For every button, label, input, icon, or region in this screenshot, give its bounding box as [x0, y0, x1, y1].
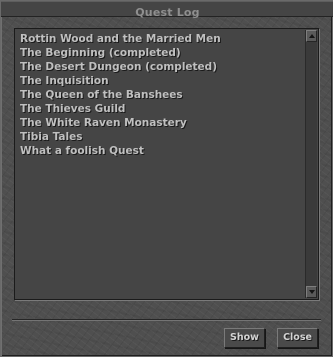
close-button[interactable]: Close	[277, 328, 318, 348]
separator-line	[12, 319, 321, 321]
window-title: Quest Log	[135, 6, 200, 19]
quest-list-item[interactable]: The Thieves Guild	[16, 102, 304, 116]
title-bar[interactable]: Quest Log	[1, 1, 333, 19]
scroll-up-button[interactable]	[306, 30, 317, 42]
quest-list-item[interactable]: What a foolish Quest	[16, 144, 304, 158]
show-button[interactable]: Show	[224, 328, 265, 348]
arrow-down-icon	[308, 290, 315, 294]
quest-log-window: Quest Log Rottin Wood and the Married Me…	[0, 0, 333, 357]
scroll-down-button[interactable]	[306, 286, 317, 298]
quest-list-item[interactable]: The Queen of the Banshees	[16, 88, 304, 102]
arrow-up-icon	[308, 34, 315, 38]
vertical-scrollbar[interactable]	[305, 30, 317, 298]
quest-list-item[interactable]: The Desert Dungeon (completed)	[16, 60, 304, 74]
quest-list-item[interactable]: Rottin Wood and the Married Men	[16, 32, 304, 46]
quest-list: Rottin Wood and the Married Men The Begi…	[16, 30, 304, 298]
quest-list-frame: Rottin Wood and the Married Men The Begi…	[14, 28, 319, 300]
quest-list-item[interactable]: Tibia Tales	[16, 130, 304, 144]
quest-list-item[interactable]: The White Raven Monastery	[16, 116, 304, 130]
quest-list-item[interactable]: The Inquisition	[16, 74, 304, 88]
quest-list-item[interactable]: The Beginning (completed)	[16, 46, 304, 60]
